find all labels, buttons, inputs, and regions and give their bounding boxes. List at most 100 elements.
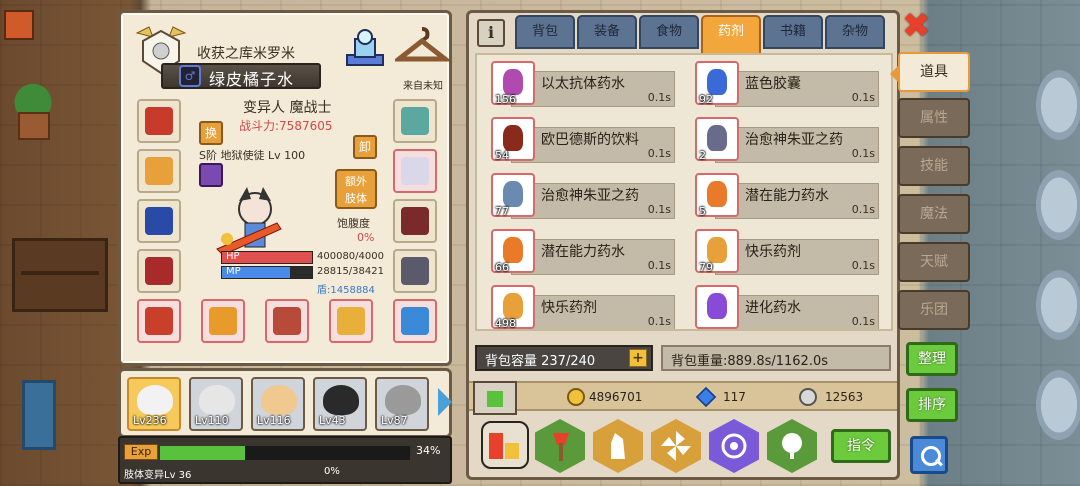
- party-member-1[interactable]: Lv236: [127, 377, 181, 431]
- side-tab-skills[interactable]: 技能: [898, 146, 970, 186]
- tab-food[interactable]: 食物: [639, 15, 699, 49]
- unequip-button[interactable]: 卸: [353, 135, 377, 159]
- item-use-time: 0.1s: [647, 147, 671, 160]
- filter-chess-button[interactable]: [593, 419, 643, 473]
- mp-text: 28815/38421: [317, 266, 384, 277]
- potion-fill: [707, 237, 727, 263]
- inventory-item[interactable]: 156 以太抗体药水 0.1s: [481, 59, 687, 111]
- snow-tree-decoration: [1036, 370, 1080, 440]
- item-name: 以太抗体药水: [541, 76, 625, 92]
- silver-coin-icon: [799, 388, 817, 406]
- equip-slot-ring[interactable]: [393, 299, 437, 343]
- item-name: 潜在能力药水: [541, 244, 625, 260]
- tab-misc[interactable]: 杂物: [825, 15, 885, 49]
- party-member-3[interactable]: Lv116: [251, 377, 305, 431]
- hp-label: HP: [226, 251, 240, 262]
- tab-equipment[interactable]: 装备: [577, 15, 637, 49]
- equip-slot-weapon-3[interactable]: [329, 299, 373, 343]
- equip-slot-boots[interactable]: [393, 249, 437, 293]
- item-quantity: 2: [699, 149, 706, 162]
- inventory-item[interactable]: 498 快乐药剂 0.1s: [481, 283, 687, 330]
- tab-books[interactable]: 书籍: [763, 15, 823, 49]
- action-row: 指令: [469, 417, 897, 477]
- magic-circle-icon: [721, 433, 747, 459]
- item-name: 欧巴德斯的饮料: [541, 132, 639, 148]
- item-grid: 156 以太抗体药水 0.1s 92 蓝色胶囊 0.1s 54 欧巴德斯的饮料 0.1s 2 治愈神…: [475, 53, 893, 331]
- filter-pinwheel-button[interactable]: [651, 419, 701, 473]
- party-next-arrow-icon[interactable]: [438, 388, 452, 416]
- character-name[interactable]: 绿皮橘子水: [209, 66, 294, 90]
- party-member-2[interactable]: Lv110: [189, 377, 243, 431]
- inventory-item[interactable]: 进化药水 0.1s: [685, 283, 891, 329]
- equip-slot-hands[interactable]: [137, 249, 181, 293]
- info-button[interactable]: i: [477, 19, 505, 47]
- equip-slot-shield[interactable]: [393, 99, 437, 143]
- inventory-item[interactable]: 66 潜在能力药水 0.1s: [481, 227, 687, 279]
- side-tab-band[interactable]: 乐团: [898, 290, 970, 330]
- hp-bar: HP: [221, 251, 313, 264]
- equip-slot-weapon-1[interactable]: [201, 299, 245, 343]
- command-button[interactable]: 指令: [831, 429, 891, 463]
- party-member-face-icon: [199, 385, 235, 415]
- filter-weapon-button[interactable]: [535, 419, 585, 473]
- sofa-decoration: [22, 380, 56, 450]
- axe-icon: [553, 433, 569, 461]
- gold-coin-icon: [567, 388, 585, 406]
- chess-knight-icon: [611, 433, 625, 459]
- extra-limb-button[interactable]: 额外 肢体: [335, 169, 377, 209]
- side-tab-items[interactable]: 道具: [890, 52, 970, 92]
- potion-fill: [503, 125, 523, 151]
- limb-mutation-percent: 0%: [324, 466, 340, 477]
- equip-slot-feet[interactable]: [137, 299, 181, 343]
- inventory-item[interactable]: 5 潜在能力药水 0.1s: [685, 171, 891, 223]
- search-icon[interactable]: [910, 436, 948, 474]
- potion-icon: [695, 285, 739, 329]
- inventory-item[interactable]: 79 快乐药剂 0.1s: [685, 227, 891, 279]
- side-tab-attributes[interactable]: 属性: [898, 98, 970, 138]
- inventory-item[interactable]: 54 欧巴德斯的饮料 0.1s: [481, 115, 687, 167]
- equip-slot-body[interactable]: [137, 199, 181, 243]
- close-icon[interactable]: ✖: [902, 9, 932, 43]
- male-gender-icon: ♂: [179, 65, 201, 87]
- rank-sort-button[interactable]: [481, 421, 529, 469]
- inventory-item[interactable]: 2 治愈神朱亚之药 0.1s: [685, 115, 891, 167]
- filter-nature-button[interactable]: [767, 419, 817, 473]
- party-member-level: Lv236: [133, 414, 167, 427]
- combat-power: 战斗力:7587605: [239, 119, 333, 133]
- hp-text: 400080/4000: [317, 251, 384, 262]
- party-member-5[interactable]: Lv87: [375, 377, 429, 431]
- party-member-4[interactable]: Lv43: [313, 377, 367, 431]
- character-panel: 收获之库米罗米 ♂ 绿皮橘子水 来自未知 变异人 魔战士 战斗力:7587605…: [118, 10, 456, 484]
- class-skill-line: S阶 地狱使徒 Lv 100: [199, 149, 306, 162]
- sort-button[interactable]: 排序: [906, 388, 958, 422]
- wardrobe-hanger-icon[interactable]: [395, 21, 449, 71]
- party-member-face-icon: [323, 385, 359, 415]
- tab-potions[interactable]: 药剂: [701, 15, 761, 55]
- filter-magic-button[interactable]: [709, 419, 759, 473]
- equip-slot-belt[interactable]: [393, 199, 437, 243]
- organize-button[interactable]: 整理: [906, 342, 958, 376]
- potion-fill: [707, 293, 727, 319]
- tower-icon[interactable]: [343, 25, 387, 69]
- hunger-label: 饱腹度: [337, 217, 370, 230]
- store-button[interactable]: [473, 381, 517, 415]
- item-use-time: 0.1s: [647, 203, 671, 216]
- equip-slot-head[interactable]: [137, 99, 181, 143]
- inventory-item[interactable]: 92 蓝色胶囊 0.1s: [685, 59, 891, 111]
- lantern-decoration: [4, 10, 34, 40]
- equip-slot-neck[interactable]: [137, 149, 181, 193]
- side-tab-talents[interactable]: 天赋: [898, 242, 970, 282]
- side-tab-magic[interactable]: 魔法: [898, 194, 970, 234]
- item-quantity: 498: [495, 317, 516, 330]
- equip-slot-glove[interactable]: [393, 149, 437, 193]
- item-quantity: 66: [495, 261, 509, 274]
- tab-backpack[interactable]: 背包: [515, 15, 575, 49]
- equip-slot-weapon-2[interactable]: [265, 299, 309, 343]
- expand-bag-button[interactable]: +: [629, 349, 647, 367]
- inventory-item[interactable]: 77 治愈神朱亚之药 0.1s: [481, 171, 687, 223]
- exp-percent: 34%: [416, 444, 441, 457]
- potion-fill: [707, 125, 727, 151]
- item-name: 快乐药剂: [541, 300, 597, 316]
- potion-fill: [503, 69, 523, 95]
- swap-button[interactable]: 换: [199, 121, 223, 145]
